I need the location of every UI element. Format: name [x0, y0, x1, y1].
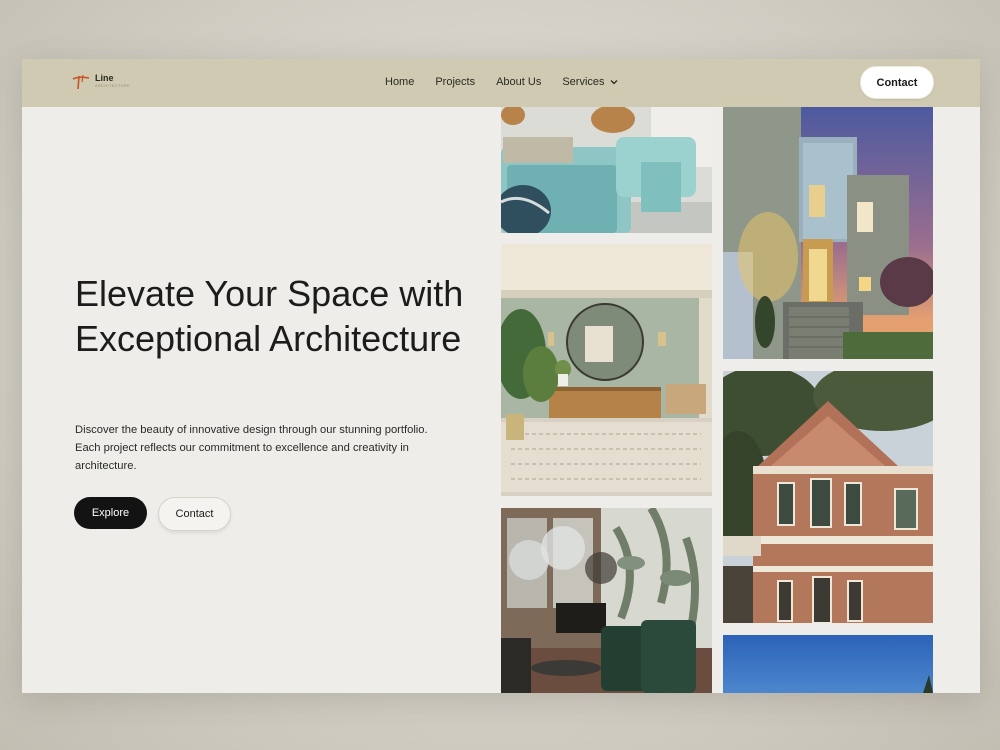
explore-button[interactable]: Explore	[74, 497, 147, 529]
nav-menu: Home Projects About Us Services	[385, 76, 618, 88]
landing-page: Line ARCHITECTURE Home Projects About Us…	[22, 59, 980, 693]
sage-interior-photo	[501, 244, 712, 496]
hero-contact-button[interactable]: Contact	[158, 497, 231, 531]
nav-services[interactable]: Services	[562, 76, 617, 88]
nav-home[interactable]: Home	[385, 76, 414, 88]
nav-services-label: Services	[562, 76, 605, 88]
hero-title: Elevate Your Space with Exceptional Arch…	[75, 273, 464, 359]
brand-name: Line	[95, 73, 114, 83]
botanical-dining-photo	[501, 508, 712, 693]
nav-about-us[interactable]: About Us	[496, 76, 541, 88]
teal-living-room-photo	[501, 107, 712, 233]
modern-house-dusk-photo	[723, 107, 933, 359]
brand-tagline: ARCHITECTURE	[95, 83, 130, 88]
hero-description: Discover the beauty of innovative design…	[75, 424, 428, 472]
brand-logo[interactable]: Line ARCHITECTURE	[72, 73, 130, 91]
line-logo-icon	[72, 74, 90, 90]
blue-sky-photo	[723, 635, 933, 693]
nav-projects[interactable]: Projects	[435, 76, 475, 88]
navbar: Line ARCHITECTURE Home Projects About Us…	[22, 59, 980, 107]
chevron-down-icon	[610, 80, 617, 85]
nav-contact-button[interactable]: Contact	[860, 66, 934, 99]
victorian-house-photo	[723, 371, 933, 623]
